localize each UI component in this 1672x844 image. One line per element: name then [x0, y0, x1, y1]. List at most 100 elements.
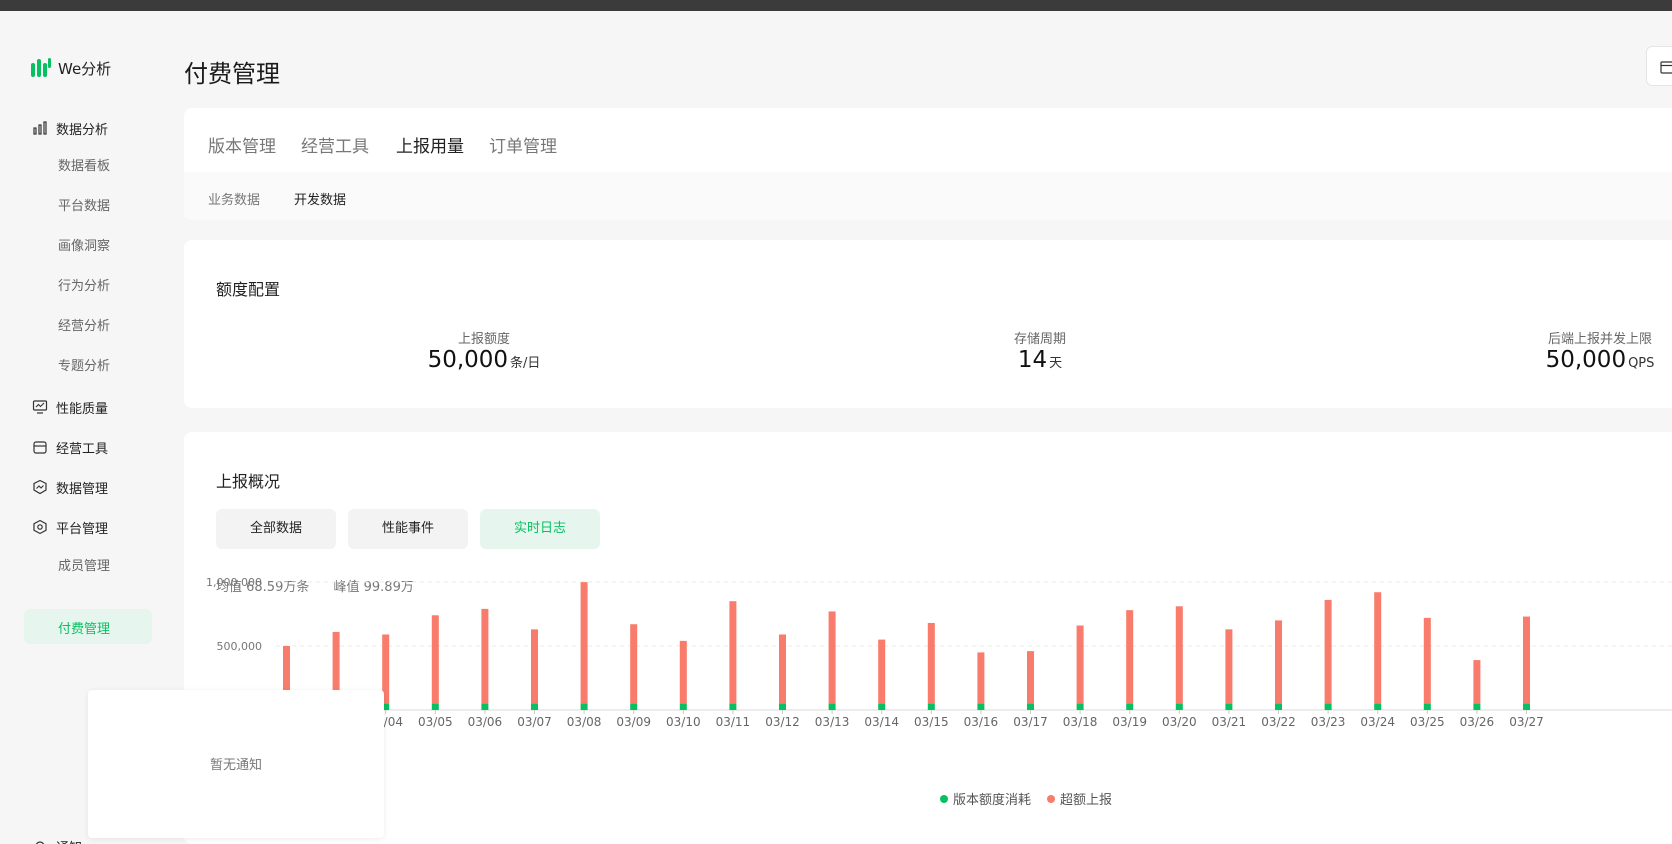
sidebar-item-data-management[interactable]: 数据管理	[32, 475, 108, 499]
bar-quota-03/21	[1225, 703, 1233, 710]
bar-quota-03/09	[630, 703, 638, 710]
bar-quota-03/19	[1126, 703, 1134, 710]
bar-over-03/08	[580, 582, 588, 704]
sidebar-item-platform-data[interactable]: 平台数据	[58, 195, 110, 214]
notification-popup: 暂无通知	[88, 690, 384, 838]
bar-chart-icon	[33, 121, 47, 135]
tab-business-tools[interactable]: 经营工具	[301, 132, 369, 157]
bar-over-03/14	[878, 639, 886, 704]
metric-value: 14	[1017, 347, 1048, 373]
we-logo-icon	[31, 58, 51, 77]
quota-title: 额度配置	[216, 280, 281, 299]
bar-over-03/23	[1324, 599, 1332, 704]
bar-quota-03/22	[1275, 703, 1282, 710]
metric-label: 后端上报并发上限	[1547, 332, 1652, 347]
page-title: 付费管理	[184, 60, 280, 88]
data-shield-icon	[33, 479, 47, 495]
sidebar-item-label: 付费管理	[58, 622, 111, 637]
calendar-icon	[1660, 61, 1672, 74]
subtab-bar: 业务数据 开发数据	[184, 172, 1672, 220]
sidebar-item-data-analysis[interactable]: 数据分析	[32, 116, 108, 140]
bar-over-03/21	[1225, 629, 1233, 704]
x-tick-label: 03/11	[716, 715, 751, 729]
bar-quota-03/13	[828, 703, 836, 710]
metric-value: 50,000	[1545, 347, 1627, 373]
bar-over-03/19	[1126, 610, 1134, 704]
subtab-dev-data[interactable]: 开发数据	[294, 189, 346, 208]
bar-quota-03/06	[481, 703, 489, 710]
tab-report-usage[interactable]: 上报用量	[396, 132, 464, 157]
metric-value: 50,000	[427, 347, 509, 373]
sidebar-item-portrait-insight[interactable]: 画像洞察	[58, 235, 110, 254]
bar-quota-03/05	[431, 703, 439, 710]
x-tick-label: 03/10	[666, 715, 701, 729]
window-top-bar	[0, 0, 1672, 11]
chart-legend: 版本额度消耗 超额上报	[940, 789, 1128, 808]
sidebar-item-member-management[interactable]: 成员管理	[58, 555, 110, 574]
bar-quota-03/12	[779, 703, 786, 710]
subtab-business-data[interactable]: 业务数据	[208, 189, 260, 208]
metric-unit: 天	[1049, 356, 1063, 371]
bar-over-03/05	[431, 615, 439, 704]
bar-over-03/25	[1423, 617, 1431, 704]
empty-notice-text: 暂无通知	[209, 758, 262, 773]
tabs-card: 版本管理 经营工具 上报用量 订单管理 业务数据 开发数据	[184, 108, 1672, 220]
x-tick-label: 03/24	[1360, 715, 1395, 729]
quota-config-card: 额度配置 上报额度 50,000 条/日 存储周期 14 天 后端上报并发上限 50…	[184, 240, 1672, 408]
sidebar-item-business-analysis[interactable]: 经营分析	[58, 315, 110, 334]
bar-over-03/06	[481, 608, 489, 704]
y-tick-label: 500,000	[217, 640, 263, 653]
x-tick-label: 03/19	[1112, 715, 1147, 729]
bar-quota-03/18	[1076, 703, 1084, 710]
metric-label: 存储周期	[1013, 332, 1066, 347]
x-tick-label: 03/17	[1013, 715, 1048, 729]
bar-quota-03/27	[1523, 703, 1530, 710]
sidebar-item-notifications[interactable]: 通知	[32, 837, 82, 844]
bar-over-03/12	[779, 634, 786, 704]
metric-unit: 条/日	[510, 356, 541, 371]
sidebar-item-billing-management[interactable]: 付费管理	[24, 609, 152, 644]
x-tick-label: 03/14	[864, 715, 899, 729]
bar-over-03/27	[1523, 616, 1530, 704]
sidebar-item-performance[interactable]: 性能质量	[32, 395, 108, 419]
bar-quota-03/23	[1324, 703, 1332, 710]
app-logo[interactable]: We分析	[30, 57, 111, 79]
metric-storage-period: 存储周期 14 天	[940, 328, 1140, 373]
bar-quota-03/16	[977, 703, 985, 710]
bar-quota-03/20	[1175, 703, 1183, 710]
bar-over-03/13	[828, 611, 836, 704]
tab-order-management[interactable]: 订单管理	[489, 132, 557, 157]
store-icon	[33, 441, 47, 454]
bar-over-03/26	[1473, 660, 1481, 704]
legend-item-quota[interactable]: 版本额度消耗	[940, 789, 1031, 808]
x-tick-label: 03/07	[517, 715, 552, 729]
bar-quota-03/26	[1473, 703, 1481, 710]
x-tick-label: 03/22	[1261, 715, 1296, 729]
app-name: We分析	[58, 59, 112, 78]
usage-bar-chart: 1,000,000500,00003/0203/0303/0403/0503/0…	[206, 576, 1672, 729]
bar-quota-03/08	[580, 703, 588, 710]
calendar-button[interactable]	[1646, 46, 1672, 86]
legend-item-over[interactable]: 超额上报	[1047, 789, 1112, 808]
bell-icon	[35, 840, 45, 844]
x-tick-label: 03/05	[418, 715, 453, 729]
sidebar-item-business-tools[interactable]: 经营工具	[32, 435, 108, 459]
sidebar-item-label: 通知	[56, 837, 82, 844]
sidebar-item-platform-management[interactable]: 平台管理	[32, 515, 108, 539]
sidebar-item-dashboard[interactable]: 数据看板	[58, 155, 110, 174]
bar-over-03/15	[927, 622, 935, 704]
x-tick-label: 03/16	[964, 715, 999, 729]
sidebar-item-topic-analysis[interactable]: 专题分析	[58, 355, 110, 374]
tab-version-management[interactable]: 版本管理	[208, 132, 276, 157]
x-tick-label: 03/23	[1311, 715, 1346, 729]
x-tick-label: 03/08	[567, 715, 602, 729]
report-overview-card: 上报概况 全部数据 性能事件 实时日志 均值 68.59万条 峰值 99.89万…	[184, 432, 1672, 844]
sidebar-item-label: 经营工具	[56, 441, 109, 457]
x-tick-label: 03/20	[1162, 715, 1197, 729]
sidebar-item-behavior-analysis[interactable]: 行为分析	[58, 275, 110, 294]
bar-quota-03/14	[878, 703, 886, 710]
metric-backend-concurrency: 后端上报并发上限 50,000 QPS	[1500, 328, 1672, 373]
x-tick-label: 03/13	[815, 715, 850, 729]
x-tick-label: 03/18	[1063, 715, 1098, 729]
bar-over-03/18	[1076, 625, 1084, 704]
